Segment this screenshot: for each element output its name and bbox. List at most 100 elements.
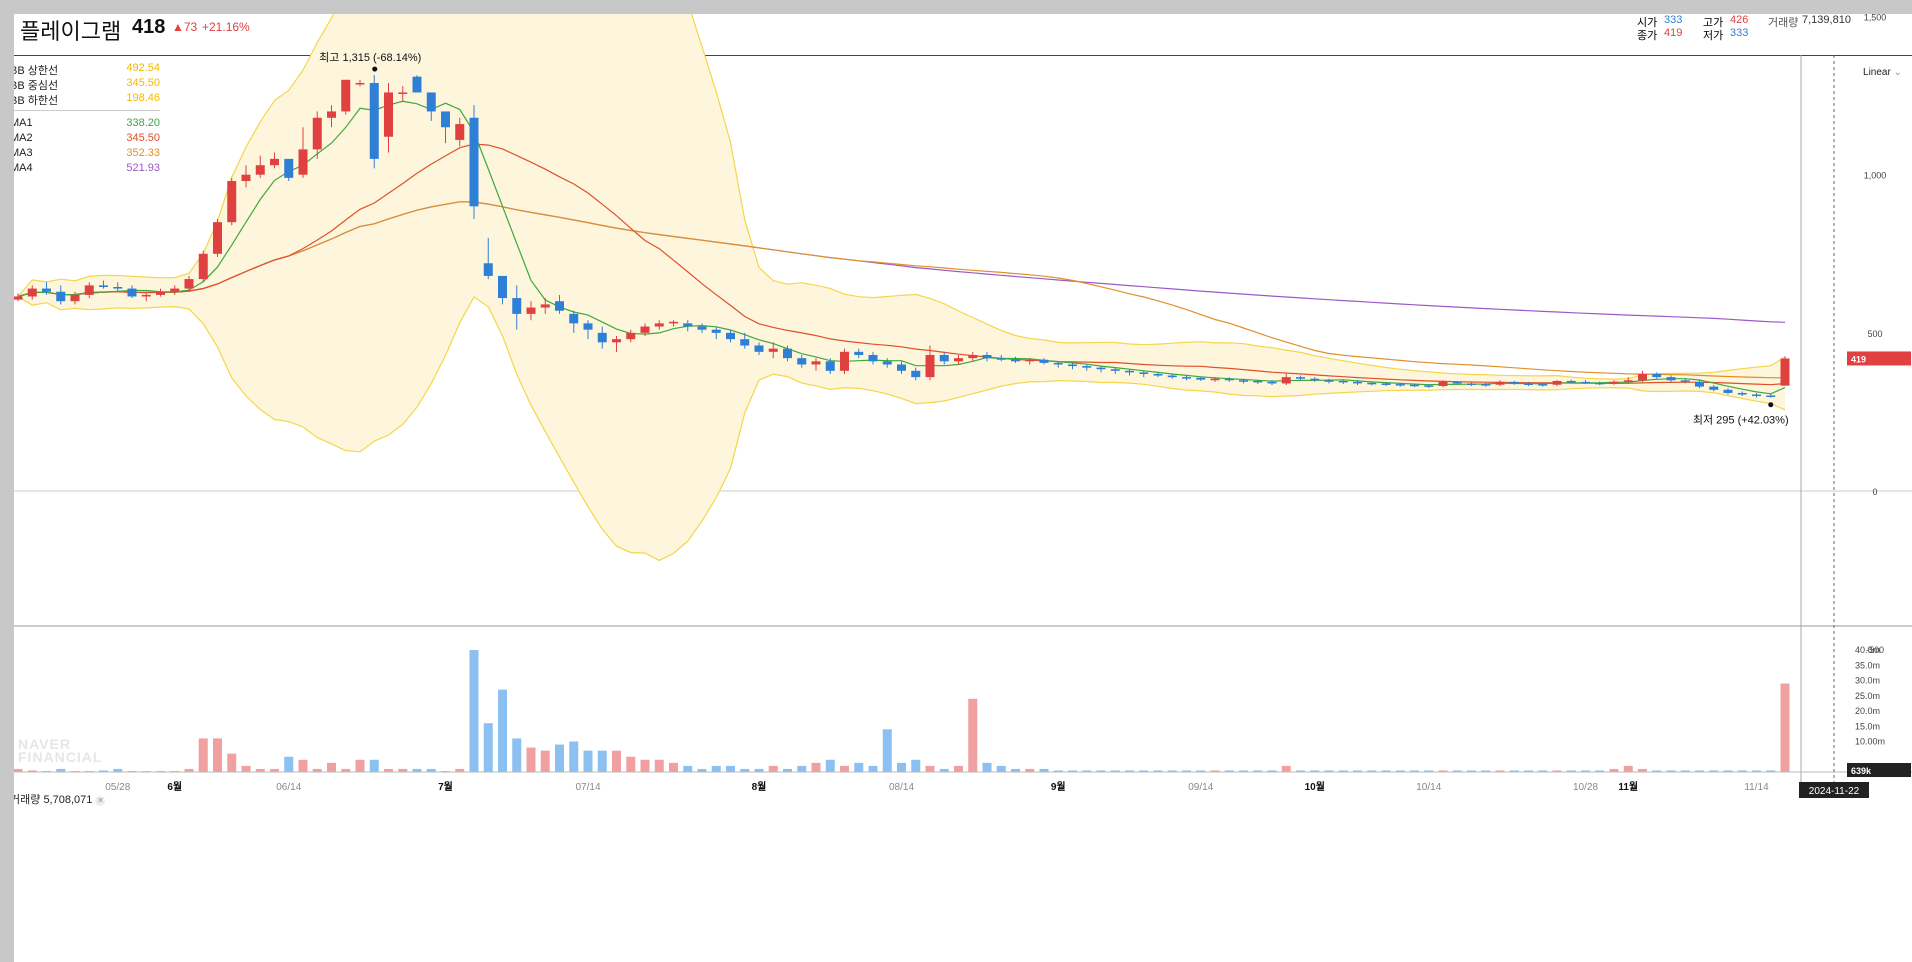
candle-body — [1082, 366, 1092, 368]
candle-body — [1638, 373, 1647, 381]
price-chart[interactable]: -50005001,0001,5002,0002,50010.00m15.0m2… — [14, 14, 1912, 962]
candle-body — [1096, 367, 1106, 370]
volume-bar — [1666, 770, 1676, 772]
volume-bar — [1068, 770, 1077, 772]
volume-bar — [327, 762, 336, 772]
volume-bar — [270, 768, 279, 772]
candle-body — [1296, 377, 1305, 379]
volume-bar — [654, 759, 664, 772]
volume-bar — [612, 750, 621, 772]
volume-panel-title: 거래량 5,708,071 ✕ — [14, 794, 106, 806]
candle-body — [925, 354, 935, 378]
date-tick-label: 7월 — [438, 781, 453, 793]
candle-body — [654, 323, 664, 327]
volume-tick-label: 40.0m — [1855, 645, 1880, 655]
date-tick-label: 11/14 — [1744, 782, 1769, 793]
price-tick-label: 1,000 — [1864, 171, 1887, 181]
candle-body — [626, 332, 636, 340]
volume-bar — [1581, 770, 1590, 772]
volume-bar — [156, 771, 165, 773]
candle-body — [1623, 380, 1633, 382]
candle-body — [1253, 380, 1263, 383]
date-tick-label: 09/14 — [1188, 782, 1213, 793]
volume-bar — [683, 765, 693, 772]
volume-bar — [982, 762, 992, 772]
candle-body — [84, 285, 94, 295]
volume-bar — [1638, 768, 1647, 772]
volume-bar — [1182, 770, 1191, 772]
volume-bar — [597, 750, 607, 772]
candle-body — [1381, 383, 1391, 385]
volume-bar — [1239, 770, 1248, 772]
volume-bar — [1438, 770, 1448, 772]
candle-body — [612, 339, 621, 343]
chart-window: 플레이그램 418 ▲73 +21.16% 시가 333 종가 419 고가 4… — [14, 14, 1912, 962]
candle-body — [483, 263, 493, 276]
volume-bar — [312, 768, 322, 772]
volume-bar — [1737, 770, 1747, 772]
volume-bar — [640, 759, 650, 772]
candle-body — [184, 279, 194, 289]
volume-bar — [854, 762, 864, 772]
candle-body — [669, 321, 678, 324]
volume-bar — [141, 771, 151, 773]
candle-body — [1281, 377, 1291, 384]
volume-bar — [1723, 770, 1733, 772]
volume-bar — [1296, 770, 1305, 772]
candle-body — [1438, 381, 1448, 386]
date-tick-label: 10/14 — [1416, 782, 1441, 793]
candle-body — [198, 253, 208, 280]
volume-bar — [1552, 770, 1562, 772]
candle-body — [156, 291, 165, 295]
candle-body — [14, 296, 23, 300]
candle-body — [697, 326, 707, 330]
candle-body — [1780, 358, 1790, 386]
volume-bar — [740, 768, 750, 772]
volume-bar — [1153, 770, 1163, 772]
volume-bar — [70, 771, 80, 773]
candle-body — [469, 117, 479, 207]
volume-bar — [1424, 770, 1434, 772]
candle-body — [1524, 383, 1533, 385]
date-tick-label: 8월 — [752, 781, 767, 793]
candle-body — [1666, 377, 1676, 381]
volume-bar — [882, 729, 892, 772]
candle-body — [141, 294, 151, 297]
candle-body — [754, 345, 764, 352]
volume-bar — [1110, 770, 1120, 772]
candle-body — [1068, 364, 1077, 367]
volume-bar — [1125, 770, 1134, 772]
close-icon[interactable]: ✕ — [95, 796, 106, 806]
candle-body — [1410, 384, 1419, 387]
price-tick-label: 500 — [1867, 329, 1882, 339]
candle-body — [911, 370, 921, 378]
volume-bar — [1338, 770, 1348, 772]
candle-body — [355, 82, 365, 85]
volume-bar — [1253, 770, 1263, 772]
volume-bar — [1623, 765, 1633, 772]
candle-body — [56, 291, 66, 302]
candle-body — [127, 288, 137, 297]
volume-bar — [1752, 770, 1761, 772]
candle-body — [996, 358, 1006, 360]
candle-body — [526, 307, 536, 314]
volume-bar — [469, 650, 479, 772]
candle-body — [227, 181, 237, 223]
volume-bar — [341, 768, 351, 772]
candle-body — [954, 358, 963, 362]
volume-bar — [825, 759, 835, 772]
candle-body — [1224, 378, 1234, 381]
candle-body — [1509, 381, 1519, 384]
candle-body — [284, 158, 294, 178]
candle-body — [327, 111, 336, 118]
candle-body — [298, 149, 308, 175]
candle-body — [1025, 359, 1035, 362]
volume-bar — [241, 765, 251, 772]
volume-bar — [512, 738, 522, 772]
volume-bar — [1566, 770, 1576, 772]
volume-tick-label: 30.0m — [1855, 676, 1880, 686]
candle-body — [1053, 362, 1063, 365]
volume-bar — [1780, 683, 1790, 772]
volume-bar — [1395, 770, 1405, 772]
volume-bar — [669, 762, 678, 772]
